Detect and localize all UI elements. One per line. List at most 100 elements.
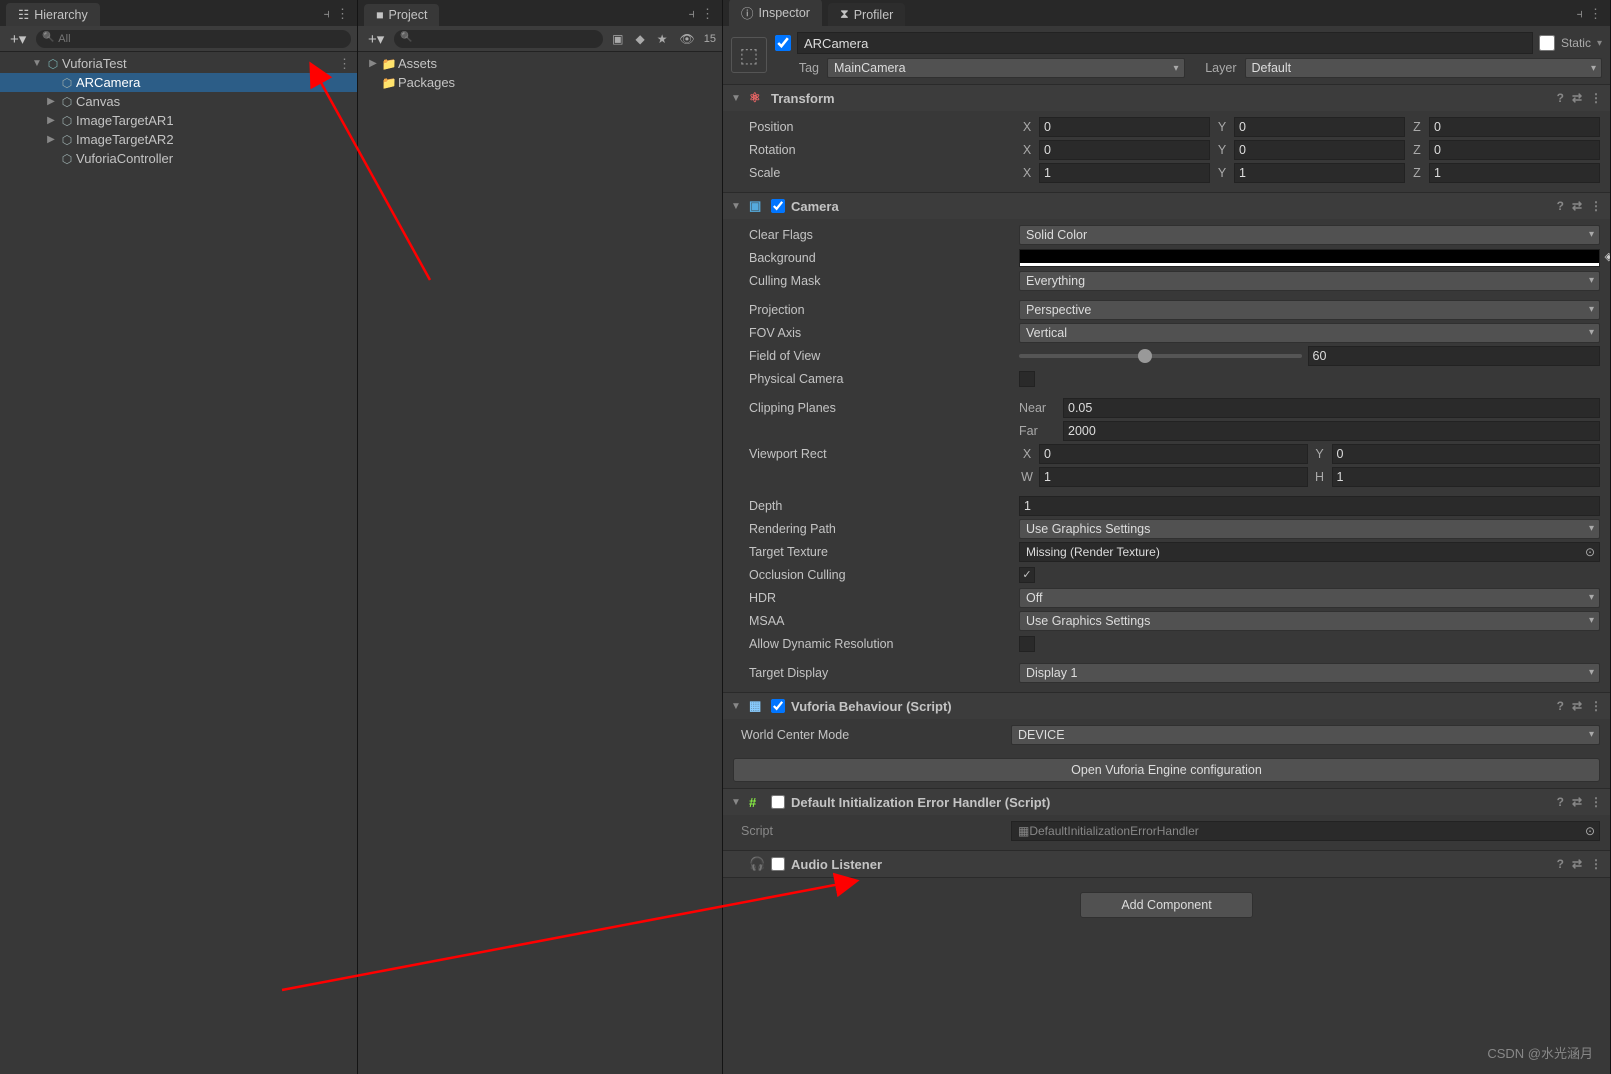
- component-header[interactable]: ▼ 🎧 Audio Listener ?⇄⋮: [723, 851, 1610, 877]
- help-icon[interactable]: ?: [1557, 857, 1564, 871]
- hierarchy-item[interactable]: ⬡ VuforiaController: [0, 149, 357, 168]
- project-item-assets[interactable]: ▶ 📁 Assets: [358, 54, 722, 73]
- active-checkbox[interactable]: [775, 35, 791, 51]
- rendering-path-dropdown[interactable]: Use Graphics Settings: [1019, 519, 1600, 539]
- position-x-field[interactable]: [1039, 117, 1210, 137]
- rotation-z-field[interactable]: [1429, 140, 1600, 160]
- hierarchy-item[interactable]: ▶ ⬡ ImageTargetAR1: [0, 111, 357, 130]
- add-component-button[interactable]: Add Component: [1080, 892, 1252, 918]
- expand-arrow-icon[interactable]: ▶: [44, 134, 58, 145]
- hierarchy-item-canvas[interactable]: ▶ ⬡ Canvas: [0, 92, 357, 111]
- profiler-tab[interactable]: ⧗Profiler: [828, 3, 905, 26]
- foldout-arrow-icon[interactable]: ▼: [731, 701, 743, 712]
- gameobject-icon[interactable]: ⬚: [731, 37, 767, 73]
- projection-dropdown[interactable]: Perspective: [1019, 300, 1600, 320]
- preset-icon[interactable]: ⇄: [1572, 91, 1582, 105]
- component-header[interactable]: ▼ ▦ Vuforia Behaviour (Script) ?⇄⋮: [723, 693, 1610, 719]
- options-icon[interactable]: ⋮: [1590, 199, 1602, 213]
- preset-icon[interactable]: ⇄: [1572, 795, 1582, 809]
- world-center-mode-dropdown[interactable]: DEVICE: [1011, 725, 1600, 745]
- expand-arrow-icon[interactable]: ▶: [366, 58, 380, 69]
- preset-icon[interactable]: ⇄: [1572, 857, 1582, 871]
- viewport-w-field[interactable]: [1039, 467, 1308, 487]
- viewport-x-field[interactable]: [1039, 444, 1308, 464]
- near-clip-field[interactable]: [1063, 398, 1600, 418]
- foldout-arrow-icon[interactable]: ▼: [731, 201, 743, 212]
- component-enabled-checkbox[interactable]: [771, 199, 785, 213]
- options-icon[interactable]: ⋮: [1590, 699, 1602, 713]
- lock-icon[interactable]: ⫞: [323, 6, 330, 22]
- help-icon[interactable]: ?: [1557, 199, 1564, 213]
- culling-mask-dropdown[interactable]: Everything: [1019, 271, 1600, 291]
- help-icon[interactable]: ?: [1557, 699, 1564, 713]
- help-icon[interactable]: ?: [1557, 795, 1564, 809]
- target-display-dropdown[interactable]: Display 1: [1019, 663, 1600, 683]
- inspector-tab[interactable]: ⓘInspector: [729, 0, 822, 26]
- preset-icon[interactable]: ⇄: [1572, 699, 1582, 713]
- preset-icon[interactable]: ⇄: [1572, 199, 1582, 213]
- target-texture-field[interactable]: Missing (Render Texture): [1019, 542, 1600, 562]
- expand-arrow-icon[interactable]: ▶: [44, 115, 58, 126]
- viewport-y-field[interactable]: [1332, 444, 1601, 464]
- project-search-input[interactable]: [394, 30, 603, 48]
- component-header[interactable]: ▼ # Default Initialization Error Handler…: [723, 789, 1610, 815]
- scale-y-field[interactable]: [1234, 163, 1405, 183]
- layer-dropdown[interactable]: Default: [1245, 58, 1603, 78]
- scale-z-field[interactable]: [1429, 163, 1600, 183]
- type-filter-icon[interactable]: ◆: [633, 32, 648, 46]
- physical-camera-checkbox[interactable]: [1019, 371, 1035, 387]
- help-icon[interactable]: ?: [1557, 91, 1564, 105]
- hdr-dropdown[interactable]: Off: [1019, 588, 1600, 608]
- lock-icon[interactable]: ⫞: [1577, 6, 1584, 22]
- component-header[interactable]: ▼ ⚛ Transform ?⇄⋮: [723, 85, 1610, 111]
- depth-field[interactable]: [1019, 496, 1600, 516]
- clear-flags-dropdown[interactable]: Solid Color: [1019, 225, 1600, 245]
- star-icon[interactable]: ★: [654, 32, 671, 46]
- create-button[interactable]: +▾: [364, 30, 388, 48]
- gameobject-name-field[interactable]: [797, 32, 1533, 54]
- background-color-field[interactable]: [1019, 249, 1600, 267]
- component-enabled-checkbox[interactable]: [771, 795, 785, 809]
- visibility-icon[interactable]: 👁: [677, 32, 698, 46]
- lock-icon[interactable]: ⫞: [689, 6, 696, 22]
- occlusion-checkbox[interactable]: ✓: [1019, 567, 1035, 583]
- fov-field[interactable]: [1308, 346, 1601, 366]
- create-button[interactable]: +▾: [6, 30, 30, 48]
- menu-icon[interactable]: ⋮: [701, 6, 714, 22]
- foldout-arrow-icon[interactable]: ▼: [731, 93, 743, 104]
- fov-axis-dropdown[interactable]: Vertical: [1019, 323, 1600, 343]
- foldout-arrow-icon[interactable]: ▼: [731, 797, 743, 808]
- more-icon[interactable]: ⋮: [338, 56, 357, 72]
- expand-arrow-icon[interactable]: ▶: [44, 96, 58, 107]
- filter-icon[interactable]: ▣: [609, 32, 626, 46]
- hierarchy-tab[interactable]: ☷Hierarchy: [6, 3, 100, 26]
- options-icon[interactable]: ⋮: [1590, 795, 1602, 809]
- rotation-y-field[interactable]: [1234, 140, 1405, 160]
- menu-icon[interactable]: ⋮: [336, 6, 349, 22]
- rotation-x-field[interactable]: [1039, 140, 1210, 160]
- component-header[interactable]: ▼ ▣ Camera ?⇄⋮: [723, 193, 1610, 219]
- project-item-packages[interactable]: 📁 Packages: [358, 73, 722, 92]
- options-icon[interactable]: ⋮: [1590, 91, 1602, 105]
- dynamic-resolution-checkbox[interactable]: [1019, 636, 1035, 652]
- scale-x-field[interactable]: [1039, 163, 1210, 183]
- hierarchy-search-input[interactable]: [36, 30, 351, 48]
- position-y-field[interactable]: [1234, 117, 1405, 137]
- position-z-field[interactable]: [1429, 117, 1600, 137]
- hierarchy-item[interactable]: ▶ ⬡ ImageTargetAR2: [0, 130, 357, 149]
- project-tab[interactable]: ■Project: [364, 4, 439, 26]
- fov-slider[interactable]: [1019, 346, 1600, 366]
- options-icon[interactable]: ⋮: [1590, 857, 1602, 871]
- component-enabled-checkbox[interactable]: [771, 857, 785, 871]
- component-enabled-checkbox[interactable]: [771, 699, 785, 713]
- viewport-h-field[interactable]: [1332, 467, 1601, 487]
- open-vuforia-config-button[interactable]: Open Vuforia Engine configuration: [733, 758, 1600, 782]
- static-checkbox[interactable]: [1539, 35, 1555, 51]
- scene-row[interactable]: ▼ ⬡ VuforiaTest ⋮: [0, 54, 357, 73]
- far-clip-field[interactable]: [1063, 421, 1600, 441]
- menu-icon[interactable]: ⋮: [1589, 6, 1602, 22]
- tag-dropdown[interactable]: MainCamera: [827, 58, 1185, 78]
- expand-arrow-icon[interactable]: ▼: [30, 58, 44, 69]
- hierarchy-item-arcamera[interactable]: ⬡ ARCamera: [0, 73, 357, 92]
- msaa-dropdown[interactable]: Use Graphics Settings: [1019, 611, 1600, 631]
